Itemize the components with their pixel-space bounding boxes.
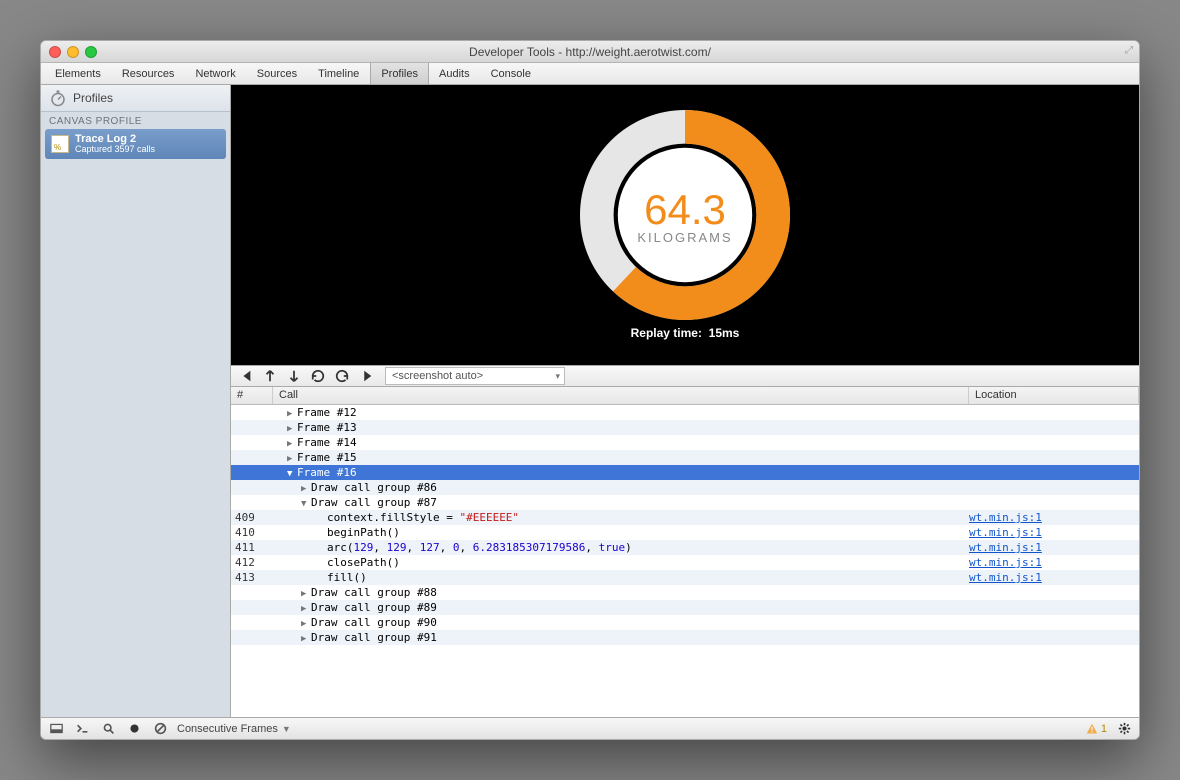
screenshot-mode-select[interactable]: <screenshot auto> [385,367,565,385]
call-log-table[interactable]: ▶Frame #12▶Frame #13▶Frame #14▶Frame #15… [231,405,1139,717]
sidebar-header-label: Profiles [73,91,113,105]
search-icon[interactable] [99,720,117,738]
first-frame-button[interactable] [235,367,257,385]
tab-audits[interactable]: Audits [429,63,481,84]
table-row[interactable]: ▶Draw call group #91 [231,630,1139,645]
titlebar: Developer Tools - http://weight.aerotwis… [41,41,1139,63]
table-row[interactable]: 410beginPath()wt.min.js:1 [231,525,1139,540]
table-row[interactable]: 411arc(129, 129, 127, 0, 6.2831853071795… [231,540,1139,555]
dock-icon[interactable] [47,720,65,738]
source-link[interactable]: wt.min.js:1 [969,526,1042,539]
table-row[interactable]: ▶Frame #15 [231,450,1139,465]
sidebar-header: Profiles [41,85,230,112]
table-row[interactable]: ▶Frame #14 [231,435,1139,450]
tab-profiles[interactable]: Profiles [370,63,429,84]
devtools-window: Developer Tools - http://weight.aerotwis… [40,40,1140,740]
capture-mode-select[interactable]: Consecutive Frames ▼ [177,723,291,735]
col-header-location[interactable]: Location [969,387,1139,404]
tab-timeline[interactable]: Timeline [308,63,370,84]
zoom-icon[interactable] [85,46,97,58]
next-frame-button[interactable] [283,367,305,385]
tab-network[interactable]: Network [185,63,246,84]
table-row[interactable]: ▶Draw call group #86 [231,480,1139,495]
table-row[interactable]: ▼Draw call group #87 [231,495,1139,510]
expand-icon[interactable]: ⤢ [1125,45,1133,56]
console-icon[interactable] [73,720,91,738]
footer-toolbar: Consecutive Frames ▼ 1 [41,717,1139,739]
table-header: # Call Location [231,387,1139,405]
replay-toolbar: <screenshot auto> [231,365,1139,387]
window-controls [49,46,97,58]
minimize-icon[interactable] [67,46,79,58]
stopwatch-icon [49,89,67,107]
source-link[interactable]: wt.min.js:1 [969,511,1042,524]
prev-frame-button[interactable] [259,367,281,385]
col-header-num[interactable]: # [231,387,273,404]
table-row[interactable]: 412closePath()wt.min.js:1 [231,555,1139,570]
source-link[interactable]: wt.min.js:1 [969,571,1042,584]
tab-resources[interactable]: Resources [112,63,186,84]
table-row[interactable]: ▶Draw call group #89 [231,600,1139,615]
source-link[interactable]: wt.min.js:1 [969,556,1042,569]
settings-icon[interactable] [1115,720,1133,738]
gauge-value: 64.3 [644,186,726,234]
record-icon[interactable] [125,720,143,738]
tab-sources[interactable]: Sources [247,63,308,84]
clear-icon[interactable] [151,720,169,738]
sidebar: Profiles CANVAS PROFILE Trace Log 2 Capt… [41,85,231,717]
source-link[interactable]: wt.min.js:1 [969,541,1042,554]
col-header-call[interactable]: Call [273,387,969,404]
warning-icon [1086,723,1098,735]
tab-elements[interactable]: Elements [45,63,112,84]
table-row[interactable]: ▶Frame #13 [231,420,1139,435]
gauge-unit: KILOGRAMS [637,230,732,245]
sidebar-item-subtitle: Captured 3597 calls [75,145,155,155]
sidebar-section-label: CANVAS PROFILE [41,112,230,129]
table-row[interactable]: ▶Draw call group #90 [231,615,1139,630]
close-icon[interactable] [49,46,61,58]
panel-tabs: ElementsResourcesNetworkSourcesTimelineP… [41,63,1139,85]
tab-console[interactable]: Console [481,63,542,84]
window-title: Developer Tools - http://weight.aerotwis… [41,45,1139,59]
profile-file-icon [51,135,69,153]
canvas-preview: 64.3 KILOGRAMS Replay time: 15ms [231,85,1139,365]
warnings-badge[interactable]: 1 [1086,723,1107,735]
table-row[interactable]: ▼Frame #16 [231,465,1139,480]
sidebar-item-trace-log[interactable]: Trace Log 2 Captured 3597 calls [45,129,226,159]
table-row[interactable]: 413fill()wt.min.js:1 [231,570,1139,585]
table-row[interactable]: ▶Draw call group #88 [231,585,1139,600]
main-panel: 64.3 KILOGRAMS Replay time: 15ms <screen… [231,85,1139,717]
table-row[interactable]: ▶Frame #12 [231,405,1139,420]
step-back-button[interactable] [307,367,329,385]
table-row[interactable]: 409context.fillStyle = "#EEEEEE"wt.min.j… [231,510,1139,525]
step-forward-button[interactable] [331,367,353,385]
replay-time: Replay time: 15ms [631,326,740,340]
weight-gauge: 64.3 KILOGRAMS [580,110,790,320]
play-button[interactable] [355,367,377,385]
